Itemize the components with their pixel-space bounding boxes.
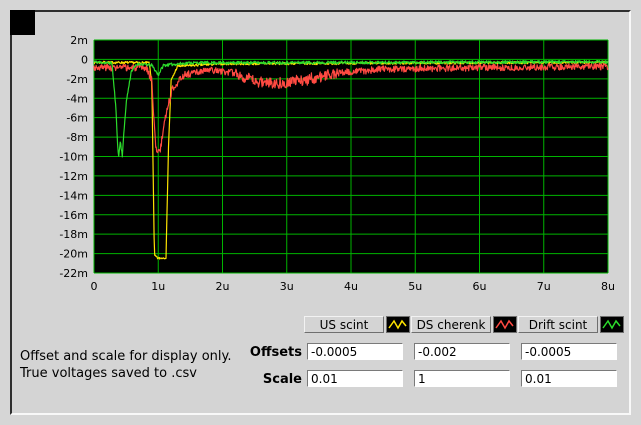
scale-input-drift[interactable]: [521, 370, 617, 387]
svg-text:7u: 7u: [537, 280, 551, 293]
waveform-glyph-icon[interactable]: [600, 316, 624, 333]
legend-label[interactable]: Drift scint: [518, 316, 598, 333]
svg-text:-8m: -8m: [66, 131, 88, 144]
glyph-line: [389, 321, 406, 328]
waveform-glyph-icon[interactable]: [493, 316, 517, 333]
svg-text:-6m: -6m: [66, 112, 88, 125]
waveform-glyph-icon[interactable]: [386, 316, 410, 333]
svg-text:-14m: -14m: [59, 189, 88, 202]
glyph-line: [603, 321, 620, 328]
svg-text:-18m: -18m: [59, 228, 88, 241]
glyph-svg: [602, 318, 622, 331]
svg-text:6u: 6u: [473, 280, 487, 293]
svg-text:-4m: -4m: [66, 92, 88, 105]
svg-text:0: 0: [81, 53, 88, 66]
note-line-2: True voltages saved to .csv: [20, 365, 232, 382]
legend-label[interactable]: US scint: [304, 316, 384, 333]
offsets-label: Offsets: [222, 345, 302, 360]
legend-item-ds-cherenk[interactable]: DS cherenk: [411, 315, 517, 334]
svg-text:0: 0: [91, 280, 98, 293]
glyph-svg: [495, 318, 515, 331]
svg-text:2m: 2m: [70, 34, 88, 47]
offset-input-us[interactable]: [307, 343, 403, 360]
glyph-svg: [388, 318, 408, 331]
scale-input-us[interactable]: [307, 370, 403, 387]
svg-text:-2m: -2m: [66, 73, 88, 86]
svg-text:-22m: -22m: [59, 267, 88, 280]
svg-text:-12m: -12m: [59, 170, 88, 183]
scale-label: Scale: [222, 372, 302, 387]
glyph-line: [496, 321, 513, 328]
svg-text:2u: 2u: [216, 280, 230, 293]
display-note: Offset and scale for display only. True …: [20, 348, 232, 382]
svg-text:5u: 5u: [408, 280, 422, 293]
scale-input-ds[interactable]: [414, 370, 510, 387]
legend-item-drift-scint[interactable]: Drift scint: [518, 315, 624, 334]
legend-item-us-scint[interactable]: US scint: [304, 315, 410, 334]
offset-input-ds[interactable]: [414, 343, 510, 360]
waveform-graph-plot-area: 2m 0 -2m -4m -6m -8m -10m -12m -14m -16m -18m -20m -…: [30, 30, 626, 308]
svg-text:8u: 8u: [601, 280, 615, 293]
offset-input-drift[interactable]: [521, 343, 617, 360]
svg-text:4u: 4u: [344, 280, 358, 293]
note-line-1: Offset and scale for display only.: [20, 348, 232, 365]
svg-text:-20m: -20m: [59, 248, 88, 261]
legend-label[interactable]: DS cherenk: [411, 316, 491, 333]
svg-text:1u: 1u: [151, 280, 165, 293]
svg-text:-16m: -16m: [59, 209, 88, 222]
front-panel: 2m 0 -2m -4m -6m -8m -10m -12m -14m -16m -18m -20m -…: [10, 10, 631, 415]
svg-text:-10m: -10m: [59, 151, 88, 164]
svg-text:3u: 3u: [280, 280, 294, 293]
